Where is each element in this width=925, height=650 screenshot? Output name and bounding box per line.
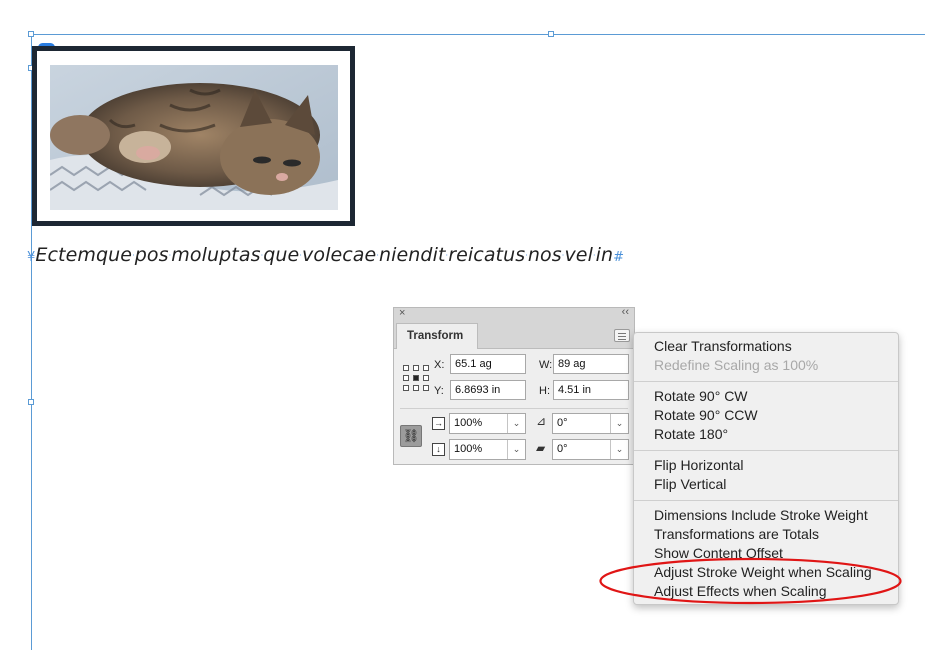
word: reicatus	[448, 244, 526, 266]
panel-tab-bar: Transform	[394, 321, 634, 349]
selection-handle[interactable]	[28, 399, 34, 405]
menu-item-rotate-90-cw[interactable]: Rotate 90° CW	[654, 387, 748, 406]
word: pos	[134, 244, 169, 266]
scale-x-icon: →	[432, 417, 445, 430]
chain-link-icon[interactable]: ⛓	[400, 425, 422, 447]
reference-point-icon[interactable]	[403, 365, 429, 391]
menu-item-rotate-180[interactable]: Rotate 180°	[654, 425, 728, 444]
word: Ectemque	[35, 244, 133, 266]
body-text-line[interactable]: ¥Ectemque·pos·moluptas·que·volecae·niend…	[27, 244, 624, 274]
scale-y-icon: ↓	[432, 443, 445, 456]
menu-item-flip-horizontal[interactable]: Flip Horizontal	[654, 456, 743, 475]
scale-y-value: 100%	[454, 443, 483, 455]
word: nos	[527, 244, 562, 266]
y-label: Y:	[434, 385, 444, 397]
word: niendit	[378, 244, 446, 266]
word: moluptas	[171, 244, 261, 266]
word: in	[595, 244, 614, 266]
scale-x-combo[interactable]: 100% ⌄	[449, 413, 526, 434]
menu-separator	[634, 500, 898, 501]
panel-menu-icon[interactable]	[614, 329, 630, 342]
menu-item-dimensions-include-stroke[interactable]: Dimensions Include Stroke Weight	[654, 506, 868, 525]
y-field[interactable]: 6.8693 in	[450, 380, 526, 400]
word: que	[263, 244, 300, 266]
h-field[interactable]: 4.51 in	[553, 380, 629, 400]
close-icon[interactable]: ×	[399, 307, 405, 319]
menu-item-show-content-offset[interactable]: Show Content Offset	[654, 544, 783, 563]
chevron-down-icon[interactable]: ⌄	[507, 414, 525, 433]
cat-photo	[50, 65, 338, 210]
h-label: H:	[539, 385, 550, 397]
chevron-down-icon[interactable]: ⌄	[507, 440, 525, 459]
x-field[interactable]: 65.1 ag	[450, 354, 526, 374]
image-frame[interactable]	[32, 46, 355, 226]
panel-title-bar[interactable]: × ‹‹	[394, 306, 634, 321]
panel-divider	[400, 408, 628, 409]
word: vel	[564, 244, 593, 266]
rotate-angle-icon: ⊿	[536, 414, 547, 428]
rotation-combo[interactable]: 0° ⌄	[552, 413, 629, 434]
w-field[interactable]: 89 ag	[553, 354, 629, 374]
menu-item-transformations-are-totals[interactable]: Transformations are Totals	[654, 525, 819, 544]
selection-handle[interactable]	[548, 31, 554, 37]
transform-panel: × ‹‹ Transform X: 65.1 ag Y: 6.8693 in W…	[393, 306, 635, 465]
shear-angle-icon: ▰	[536, 441, 546, 455]
scale-y-combo[interactable]: 100% ⌄	[449, 439, 526, 460]
horizontal-guide	[31, 34, 925, 35]
rotation-value: 0°	[557, 417, 568, 429]
menu-item-flip-vertical[interactable]: Flip Vertical	[654, 475, 726, 494]
x-label: X:	[434, 359, 445, 371]
scale-x-value: 100%	[454, 417, 483, 429]
menu-item-clear-transformations[interactable]: Clear Transformations	[654, 337, 792, 356]
menu-item-adjust-effects[interactable]: Adjust Effects when Scaling	[654, 582, 827, 601]
menu-item-adjust-stroke-weight[interactable]: Adjust Stroke Weight when Scaling	[654, 563, 872, 582]
transform-panel-menu: Clear Transformations Redefine Scaling a…	[633, 332, 899, 605]
menu-item-rotate-90-ccw[interactable]: Rotate 90° CCW	[654, 406, 758, 425]
tab-transform[interactable]: Transform	[396, 323, 478, 349]
selection-handle[interactable]	[28, 31, 34, 37]
word: volecae	[302, 244, 377, 266]
menu-item-redefine-scaling: Redefine Scaling as 100%	[654, 357, 819, 373]
shear-combo[interactable]: 0° ⌄	[552, 439, 629, 460]
collapse-icon[interactable]: ‹‹	[622, 306, 629, 318]
end-of-story-marker: #	[613, 250, 625, 265]
w-label: W:	[539, 359, 553, 371]
menu-separator	[634, 450, 898, 451]
chevron-down-icon[interactable]: ⌄	[610, 414, 628, 433]
shear-value: 0°	[557, 443, 568, 455]
chevron-down-icon[interactable]: ⌄	[610, 440, 628, 459]
menu-separator	[634, 381, 898, 382]
